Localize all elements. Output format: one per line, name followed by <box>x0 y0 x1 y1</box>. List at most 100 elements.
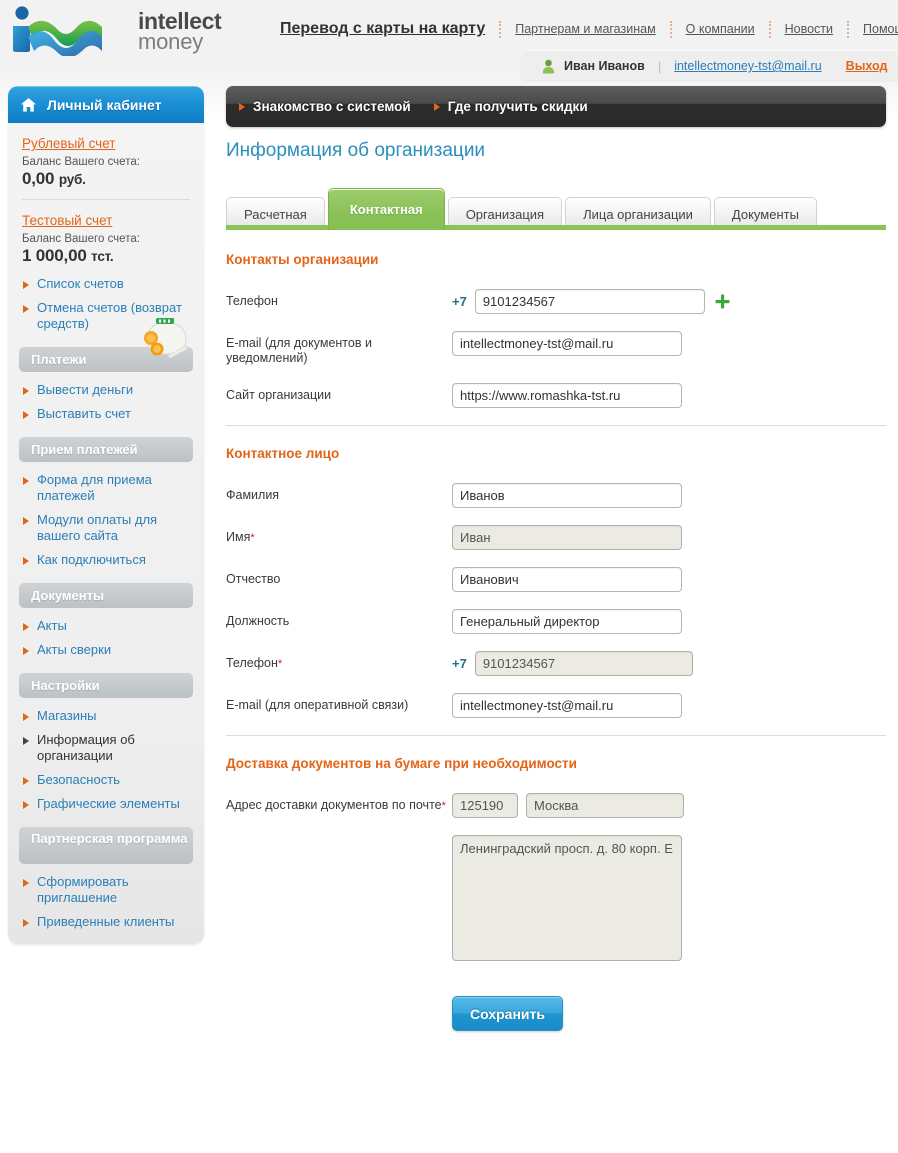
sidebar-item-issue-invoice[interactable]: Выставить счет <box>8 402 204 426</box>
label-text: Телефон <box>226 294 278 308</box>
section-title-paper-delivery: Доставка документов на бумаге при необхо… <box>226 756 577 771</box>
delivery-zip-input[interactable] <box>452 793 518 818</box>
sidebar-heading-accept-payments: Прием платежей <box>19 437 193 462</box>
lastname-input[interactable] <box>452 483 682 508</box>
sidebar-title: Личный кабинет <box>47 96 162 113</box>
site-logo[interactable]: intellect money <box>8 6 222 56</box>
person-phone-input[interactable] <box>474 651 693 676</box>
sidebar-item-graphic-elements[interactable]: Графические элементы <box>8 792 204 816</box>
sidebar-list-payments: Вывести деньги Выставить счет <box>8 378 204 426</box>
account-rub-balance-label: Баланс Вашего счета: <box>22 156 140 168</box>
sidebar-list-partner-program: Сформировать приглашение Приведенные кли… <box>8 870 204 934</box>
sidebar-item-label: Модули оплаты для вашего сайта <box>37 512 158 543</box>
sidebar-item-acts[interactable]: Акты <box>8 614 204 638</box>
sidebar-item-how-to-connect[interactable]: Как подключиться <box>8 548 204 572</box>
bullet-arrow-icon <box>23 801 29 809</box>
account-rub: Рублевый счет Баланс Вашего счета: 0,00 … <box>8 123 204 189</box>
nav-divider <box>768 20 771 38</box>
person-email-input[interactable] <box>452 693 682 718</box>
org-phone-input[interactable] <box>474 289 705 314</box>
sidebar-item-payment-form[interactable]: Форма для приема платежей <box>8 468 204 508</box>
save-button[interactable]: Сохранить <box>452 996 563 1031</box>
nav-divider <box>847 20 850 38</box>
position-input[interactable] <box>452 609 682 634</box>
bullet-arrow-icon <box>23 713 29 721</box>
sidebar-item-shops[interactable]: Магазины <box>8 704 204 728</box>
nav-partners[interactable]: Партнерам и магазинам <box>515 22 655 36</box>
account-rub-amount-value: 0,00 <box>22 169 55 188</box>
promo-banner: Знакомство с системой Где получить скидк… <box>226 86 886 127</box>
org-email-input[interactable] <box>452 331 682 356</box>
sidebar-item-label: Как подключиться <box>37 552 146 567</box>
label-text: Фамилия <box>226 488 280 502</box>
bullet-arrow-icon <box>23 647 29 655</box>
account-test-amount: 1 000,00 тст. <box>22 246 190 266</box>
label-text: E-mail (для оперативной связи) <box>226 698 409 712</box>
tab-label: Документы <box>731 206 799 222</box>
sidebar-item-label: Безопасность <box>37 772 120 787</box>
tab-label: Контактная <box>349 202 423 217</box>
sidebar-list-documents: Акты Акты сверки <box>8 614 204 662</box>
plus-icon[interactable] <box>715 294 730 309</box>
sidebar-item-organization-info[interactable]: Информация об организации <box>8 728 204 768</box>
sidebar-item-invoice-list[interactable]: Список счетов <box>8 272 204 296</box>
field-row-delivery-address: Адрес доставки документов по почте* <box>226 793 886 818</box>
sidebar-item-reconciliation-acts[interactable]: Акты сверки <box>8 638 204 662</box>
nav-news[interactable]: Новости <box>785 22 833 36</box>
field-control-person-email <box>452 693 682 718</box>
sidebar-item-label: Акты сверки <box>37 642 112 657</box>
logout-link[interactable]: Выход <box>846 59 888 73</box>
sidebar-item-payment-modules[interactable]: Модули оплаты для вашего сайта <box>8 508 204 548</box>
sidebar-item-label: Акты <box>37 618 67 633</box>
sidebar-item-create-invitation[interactable]: Сформировать приглашение <box>8 870 204 910</box>
sidebar-item-label: Вывести деньги <box>37 382 134 397</box>
nav-about[interactable]: О компании <box>686 22 755 36</box>
label-text: Адрес доставки документов по почте <box>226 798 442 812</box>
sidebar-item-label: Информация об организации <box>37 732 135 763</box>
banner-item-intro[interactable]: Знакомство с системой <box>239 99 411 114</box>
account-test-unit: тст. <box>91 249 114 264</box>
field-label-position: Должность <box>226 609 452 629</box>
banner-item-discounts[interactable]: Где получить скидки <box>433 99 588 114</box>
user-bar-divider: | <box>657 58 662 74</box>
main-content: Информация об организации Расчетная Конт… <box>226 140 886 1031</box>
field-control-org-website <box>452 383 682 408</box>
bullet-arrow-icon <box>23 737 29 745</box>
org-website-input[interactable] <box>452 383 682 408</box>
delivery-city-input[interactable] <box>526 793 684 818</box>
account-test-link[interactable]: Тестовый счет <box>22 213 112 228</box>
field-control-org-email <box>452 331 682 356</box>
field-control-person-phone: +7 <box>452 651 693 676</box>
label-text: Телефон <box>226 656 278 670</box>
tab-contact[interactable]: Контактная <box>327 188 445 230</box>
firstname-input[interactable] <box>452 525 682 550</box>
sidebar-item-withdraw[interactable]: Вывести деньги <box>8 378 204 402</box>
sidebar-item-referred-clients[interactable]: Приведенные клиенты <box>8 910 204 934</box>
nav-card-transfer[interactable]: Перевод с карты на карту <box>280 20 485 38</box>
field-row-position: Должность <box>226 609 886 634</box>
nav-help[interactable]: Помощь <box>863 22 898 36</box>
section-title-contact-person: Контактное лицо <box>226 446 340 461</box>
label-text: Сайт организации <box>226 388 332 402</box>
tab-bar: Расчетная Контактная Организация Лица ор… <box>226 188 886 230</box>
field-row-org-website: Сайт организации <box>226 383 886 408</box>
field-row-org-email: E-mail (для документов и уведомлений) <box>226 331 886 366</box>
bullet-arrow-icon <box>23 919 29 927</box>
field-label-org-phone: Телефон <box>226 289 452 309</box>
bullet-arrow-icon <box>23 305 29 313</box>
field-row-person-email: E-mail (для оперативной связи) <box>226 693 886 718</box>
tab-label: Организация <box>465 206 545 222</box>
middlename-input[interactable] <box>452 567 682 592</box>
organization-contact-form: Контакты организации Телефон +7 E-mail (… <box>226 230 886 1031</box>
label-text: E-mail (для документов и уведомлений) <box>226 336 372 365</box>
delivery-address-textarea[interactable]: Ленинградский просп. д. 80 корп. Е <box>452 835 682 961</box>
sidebar-heading-documents: Документы <box>19 583 193 608</box>
user-email-link[interactable]: intellectmoney-tst@mail.ru <box>674 59 821 73</box>
phone-prefix: +7 <box>452 294 467 309</box>
tab-underline <box>226 225 886 230</box>
account-rub-link[interactable]: Рублевый счет <box>22 136 115 151</box>
sidebar-item-security[interactable]: Безопасность <box>8 768 204 792</box>
bullet-arrow-icon <box>23 777 29 785</box>
account-rub-amount: 0,00 руб. <box>22 169 190 189</box>
sidebar-header[interactable]: Личный кабинет <box>8 86 204 123</box>
